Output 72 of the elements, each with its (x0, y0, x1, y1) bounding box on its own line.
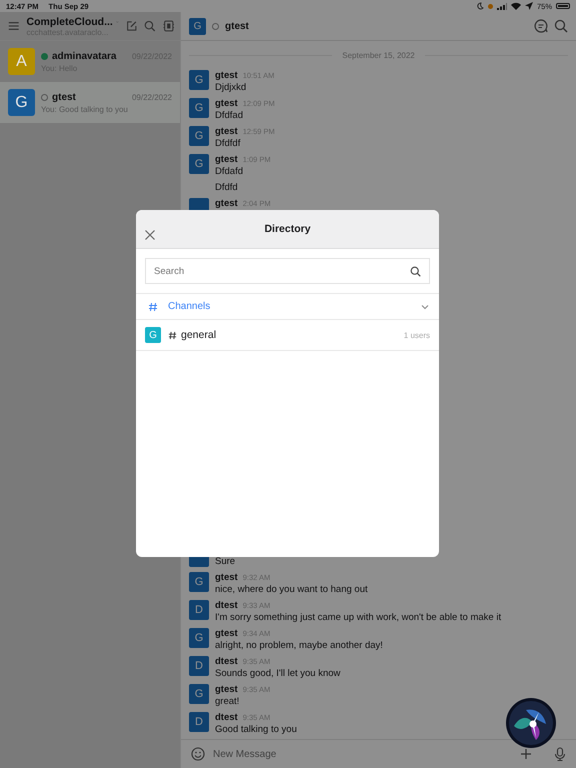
dialog-title: Directory (264, 223, 311, 235)
channel-item[interactable]: G general 1 users (136, 320, 439, 351)
avatar: G (189, 154, 209, 174)
avatar: G (189, 572, 209, 592)
message-text: Dfdfdf (215, 138, 242, 149)
channel-name: general (181, 329, 216, 341)
member-count: 1 users (404, 330, 430, 340)
message-text: Dfdafd (215, 166, 244, 177)
hash-icon (148, 302, 158, 312)
workspace-name[interactable]: CompleteCloud... (26, 16, 113, 28)
conversation-date: 09/22/2022 (132, 92, 172, 102)
compose-icon[interactable] (126, 19, 137, 33)
chat-title: gtest (225, 20, 249, 32)
moon-icon (476, 2, 484, 10)
channels-dropdown[interactable]: Channels (136, 294, 439, 320)
message-text: Good talking to you (215, 724, 297, 735)
message-text: Dfdfad (215, 110, 244, 121)
location-icon (524, 2, 533, 10)
search-icon[interactable] (410, 266, 421, 277)
recording-dot-icon (488, 4, 493, 8)
avatar: G (189, 126, 209, 146)
emoji-icon[interactable] (191, 747, 205, 761)
avatar: G (189, 70, 209, 90)
threads-icon[interactable] (534, 19, 548, 33)
message-text: Dfdfd (215, 182, 238, 193)
avatar: G (8, 89, 35, 116)
sender-name: gtest (215, 628, 238, 639)
message-text: Sounds good, I'll let you know (215, 668, 340, 679)
message-text: alright, no problem, maybe another day! (215, 640, 383, 651)
close-icon[interactable] (144, 229, 156, 241)
wifi-icon (510, 2, 521, 10)
glowing-orb-icon[interactable] (506, 698, 556, 748)
message-text: I'm sorry something just came up with work, won't be able to make it (215, 612, 502, 623)
sender-name: dtest (215, 656, 238, 667)
search-field[interactable]: Search (145, 258, 430, 284)
chevron-down-icon[interactable] (421, 304, 429, 310)
message-text: Djdjxkd (215, 82, 248, 93)
microphone-icon[interactable] (554, 747, 566, 761)
message-preview: You: Good talking to you (41, 104, 129, 114)
sender-name: gtest (215, 70, 238, 81)
avatar: A (8, 48, 35, 75)
avatar: G (189, 684, 209, 704)
sender-name: gtest (215, 154, 238, 165)
plus-icon[interactable] (520, 748, 532, 760)
sender-name: gtest (215, 98, 238, 109)
avatar: D (189, 600, 209, 620)
avatar: G (145, 327, 161, 343)
message-text: nice, where do you want to hang out (215, 584, 368, 595)
message-input[interactable]: New Message (211, 748, 514, 760)
avatar: D (189, 656, 209, 676)
search-icon[interactable] (554, 19, 568, 33)
sender-name: gtest (215, 126, 238, 137)
sender-name: dtest (215, 600, 238, 611)
signal-icon (496, 2, 507, 10)
message-text: great! (215, 696, 240, 707)
conversation-name: gtest (52, 92, 76, 102)
message-text: Sure (215, 556, 236, 567)
date-separator: September 15, 2022 (342, 50, 415, 60)
sender-name: gtest (215, 572, 238, 583)
avatar: D (189, 712, 209, 732)
avatar: G (189, 18, 206, 34)
conversation-name: adminavatara (52, 50, 116, 62)
sender-name: dtest (215, 712, 238, 723)
avatar: G (189, 628, 209, 648)
sender-name: gtest (215, 684, 238, 695)
conversation-item[interactable]: G gtest 09/22/2022 You: Good talking to you (0, 82, 180, 123)
battery-icon (556, 3, 570, 9)
sender-name: gtest (215, 198, 238, 209)
hash-icon (168, 330, 177, 340)
directory-icon[interactable] (162, 19, 174, 33)
avatar: G (189, 98, 209, 118)
menu-icon[interactable] (8, 20, 20, 32)
